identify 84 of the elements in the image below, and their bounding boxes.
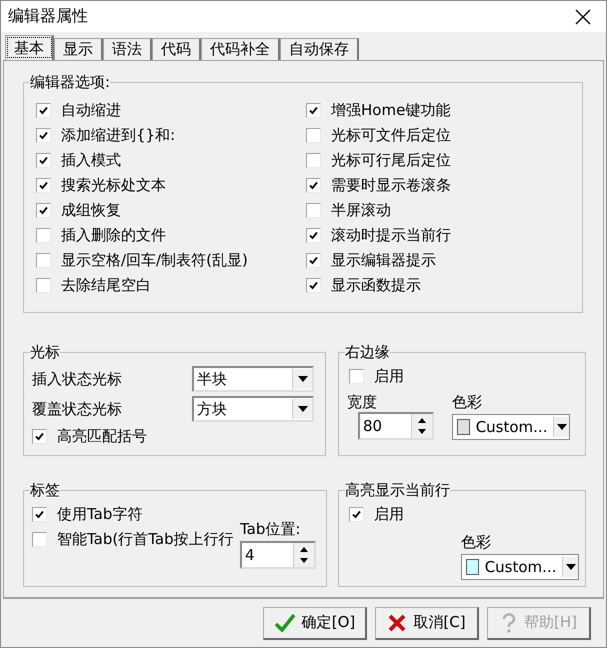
- group-title: 右边缘: [345, 343, 390, 362]
- checkbox[interactable]: [32, 429, 47, 444]
- checkbox[interactable]: [349, 369, 364, 384]
- tab[interactable]: 基本: [5, 35, 54, 60]
- checkbox[interactable]: [36, 228, 51, 243]
- checkbox-label[interactable]: 半屏滚动: [331, 201, 391, 220]
- color-dropdown[interactable]: Custom...: [461, 554, 579, 580]
- checkmark-icon: [309, 181, 318, 190]
- checkmark-icon: [309, 106, 318, 115]
- field-label: Tab位置:: [240, 520, 302, 539]
- checkmark-icon: [39, 206, 48, 215]
- checkmark-icon: [39, 131, 48, 140]
- checkbox-label[interactable]: 光标可行尾后定位: [331, 151, 451, 170]
- checkmark-icon: [35, 432, 44, 441]
- checkbox[interactable]: [306, 153, 321, 168]
- checkmark-icon: [274, 612, 296, 632]
- field-label: 宽度: [347, 393, 378, 412]
- field-label: 色彩: [461, 533, 491, 552]
- checkbox-label[interactable]: 光标可文件后定位: [331, 126, 451, 145]
- checkbox-label[interactable]: 启用: [374, 367, 404, 386]
- checkbox[interactable]: [306, 228, 321, 243]
- checkmark-icon: [352, 510, 361, 519]
- checkbox-label[interactable]: 插入删除的文件: [61, 226, 166, 245]
- checkbox-label[interactable]: 去除结尾空白: [61, 276, 151, 295]
- checkbox[interactable]: [36, 128, 51, 143]
- cross-icon: [387, 612, 408, 632]
- dropdown[interactable]: 半块: [192, 366, 314, 392]
- checkbox[interactable]: [36, 178, 51, 193]
- checkbox[interactable]: [36, 278, 51, 293]
- field-label: 色彩: [452, 393, 483, 412]
- tab[interactable]: 语法: [103, 38, 152, 60]
- group-title: 标签: [30, 481, 60, 500]
- checkbox[interactable]: [306, 278, 321, 293]
- field-label: 插入状态光标: [32, 370, 123, 388]
- checkbox-label[interactable]: 显示空格/回车/制表符(乱显): [61, 251, 248, 270]
- checkmark-icon: [309, 256, 318, 265]
- spin-field[interactable]: 80: [358, 412, 434, 440]
- checkbox-label[interactable]: 显示编辑器提示: [331, 251, 436, 270]
- checkbox[interactable]: [306, 128, 321, 143]
- dialog-button[interactable]: 确定[O]: [263, 606, 367, 640]
- tab[interactable]: 代码补全: [201, 38, 280, 60]
- checkmark-icon: [309, 231, 318, 240]
- checkmark-icon: [39, 156, 48, 165]
- checkmark-icon: [35, 510, 44, 519]
- checkbox[interactable]: [36, 153, 51, 168]
- checkmark-icon: [309, 281, 318, 290]
- checkbox[interactable]: [306, 253, 321, 268]
- checkmark-icon: [39, 106, 48, 115]
- group-title: 编辑器选项:: [30, 73, 110, 92]
- group-title: 高亮显示当前行: [345, 481, 450, 500]
- checkmark-icon: [39, 181, 48, 190]
- checkbox[interactable]: [306, 103, 321, 118]
- checkbox-label[interactable]: 搜索光标处文本: [61, 176, 166, 195]
- checkbox-label[interactable]: 自动缩进: [61, 101, 121, 120]
- checkbox-label[interactable]: 需要时显示卷滚条: [331, 176, 451, 195]
- tab[interactable]: 显示: [54, 38, 103, 60]
- window-title: 编辑器属性: [8, 6, 88, 27]
- checkbox-label[interactable]: 智能Tab(行首Tab按上行行: [57, 530, 234, 549]
- checkbox[interactable]: [306, 178, 321, 193]
- checkbox[interactable]: [32, 532, 47, 547]
- checkbox[interactable]: [306, 203, 321, 218]
- dialog-button[interactable]: 取消[C]: [375, 606, 479, 640]
- checkbox-label[interactable]: 成组恢复: [61, 201, 121, 220]
- dropdown[interactable]: 方块: [192, 396, 314, 422]
- checkbox[interactable]: [36, 103, 51, 118]
- checkbox-label[interactable]: 启用: [374, 505, 404, 524]
- tab[interactable]: 自动保存: [280, 38, 359, 60]
- question-mark-icon: [500, 612, 518, 632]
- spin-field[interactable]: 4: [240, 541, 316, 569]
- checkbox-label[interactable]: 增强Home键功能: [331, 101, 450, 120]
- checkbox[interactable]: [32, 507, 47, 522]
- checkbox-label[interactable]: 添加缩进到{}和:: [61, 126, 176, 145]
- checkbox[interactable]: [36, 253, 51, 268]
- color-dropdown[interactable]: Custom...: [452, 414, 570, 440]
- field-label: 覆盖状态光标: [32, 400, 123, 418]
- checkbox-label[interactable]: 滚动时提示当前行: [331, 226, 451, 245]
- checkbox-label[interactable]: 显示函数提示: [331, 276, 421, 295]
- checkbox-label[interactable]: 使用Tab字符: [57, 505, 142, 524]
- checkbox[interactable]: [36, 203, 51, 218]
- checkbox-label[interactable]: 插入模式: [61, 151, 121, 170]
- group-title: 光标: [30, 343, 60, 362]
- checkbox-label[interactable]: 高亮匹配括号: [57, 427, 147, 446]
- tab[interactable]: 代码: [152, 38, 201, 60]
- checkbox[interactable]: [349, 507, 364, 522]
